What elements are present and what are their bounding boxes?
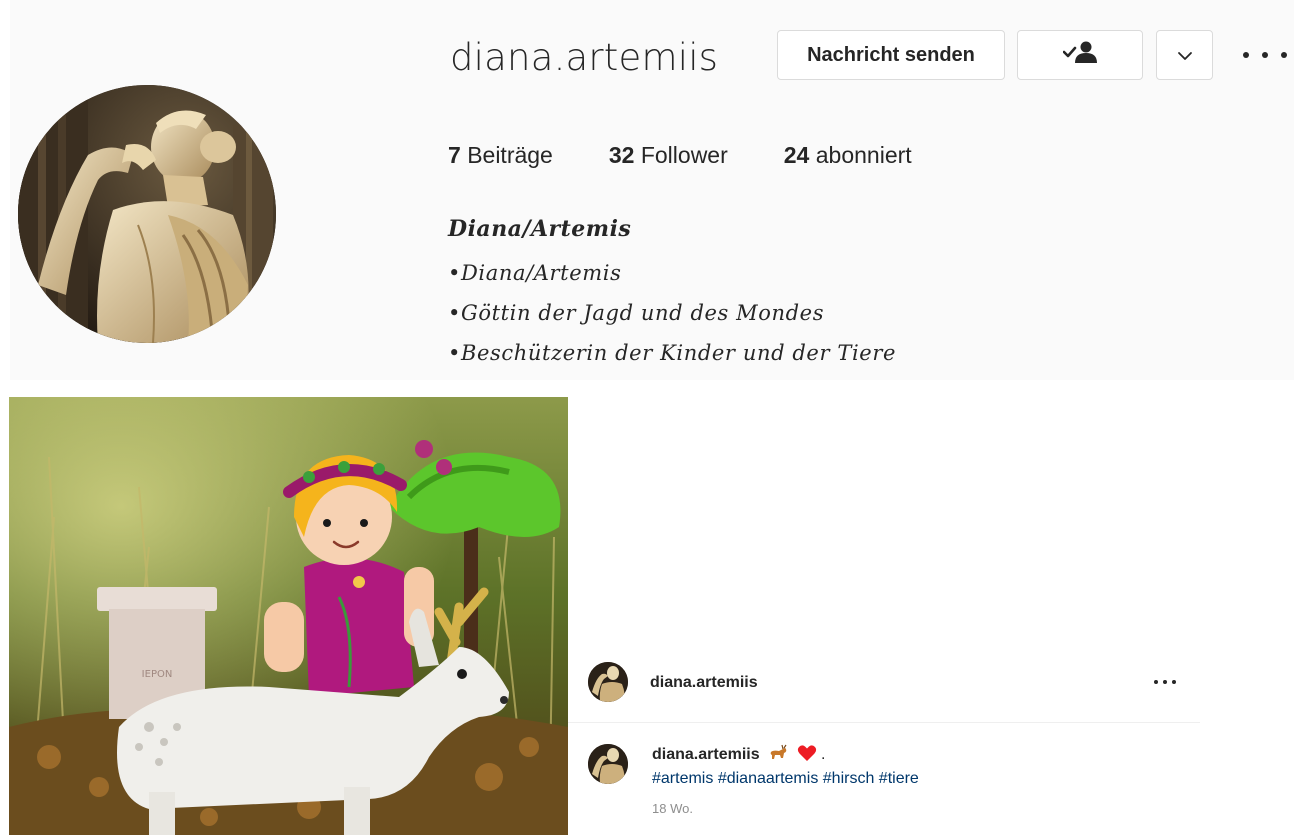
profile-bio: Diana/Artemis •Diana/Artemis •Göttin der… bbox=[448, 216, 896, 373]
following-count-stat[interactable]: 24 abonniert bbox=[784, 142, 912, 169]
following-button[interactable] bbox=[1017, 30, 1143, 80]
statue-image bbox=[18, 85, 276, 343]
hashtag-list: #artemis #dianaartemis #hirsch #tiere bbox=[652, 768, 1172, 789]
hashtag-link[interactable]: #tiere bbox=[879, 770, 919, 787]
profile-header: diana.artemiis Nachricht senden 7 Beiträ… bbox=[10, 0, 1294, 380]
statue-thumbnail bbox=[588, 662, 628, 702]
more-options-icon[interactable] bbox=[1243, 42, 1287, 68]
bio-line: •Göttin der Jagd und des Mondes bbox=[448, 301, 825, 325]
svg-text:ΙΕΡΟΝ: ΙΕΡΟΝ bbox=[142, 669, 173, 680]
post-caption: diana.artemiis . #artemis #dianaartemis … bbox=[652, 744, 1172, 819]
caption-author-avatar[interactable] bbox=[588, 744, 628, 784]
divider bbox=[568, 722, 1200, 723]
bio-line: •Beschützerin der Kinder und der Tiere bbox=[448, 341, 896, 365]
more-options-icon[interactable] bbox=[1154, 680, 1176, 686]
posts-count-stat: 7 Beiträge bbox=[448, 142, 553, 168]
send-message-button[interactable]: Nachricht senden bbox=[777, 30, 1005, 80]
bio-line: •Diana/Artemis bbox=[448, 261, 622, 285]
heart-emoji-icon bbox=[797, 744, 817, 768]
post-panel: diana.artemiis diana.artemiis . #artemis… bbox=[568, 640, 1200, 835]
followers-count-stat[interactable]: 32 Follower bbox=[609, 142, 728, 169]
hashtag-link[interactable]: #artemis bbox=[652, 770, 713, 787]
bio-title: Diana/Artemis bbox=[448, 216, 632, 242]
caption-text: . bbox=[820, 746, 826, 763]
profile-avatar[interactable] bbox=[18, 85, 276, 343]
post-image[interactable]: ΙΕΡΟΝ bbox=[9, 397, 568, 835]
deer-emoji-icon bbox=[768, 744, 788, 768]
toy-figure-deer-photo: ΙΕΡΟΝ bbox=[9, 397, 568, 835]
profile-stats: 7 Beiträge 32 Follower 24 abonniert bbox=[448, 142, 968, 169]
profile-username: diana.artemiis bbox=[450, 36, 719, 79]
hashtag-link[interactable]: #hirsch bbox=[823, 770, 875, 787]
statue-thumbnail bbox=[588, 744, 628, 784]
caption-username[interactable]: diana.artemiis bbox=[652, 746, 760, 763]
person-check-icon bbox=[1062, 41, 1097, 69]
post-author-username[interactable]: diana.artemiis bbox=[650, 674, 758, 692]
hashtag-link[interactable]: #dianaartemis bbox=[718, 770, 819, 787]
post-timestamp[interactable]: 18 Wo. bbox=[652, 798, 1172, 819]
chevron-down-icon bbox=[1177, 44, 1193, 67]
post-author-avatar[interactable] bbox=[588, 662, 628, 702]
suggested-dropdown-button[interactable] bbox=[1156, 30, 1213, 80]
